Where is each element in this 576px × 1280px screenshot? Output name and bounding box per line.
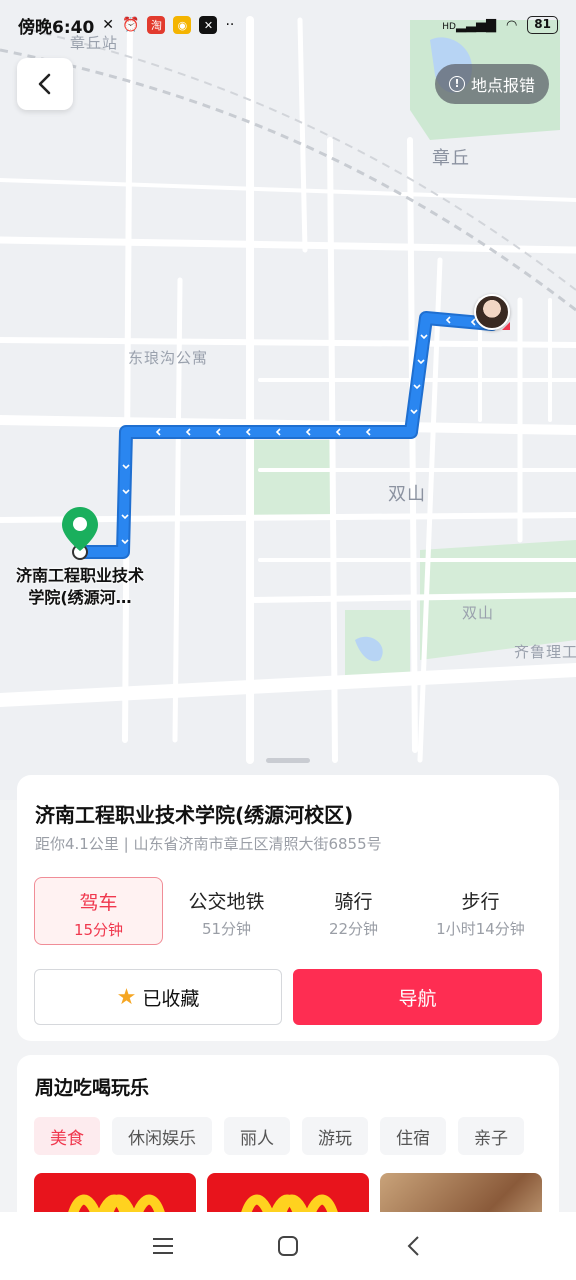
mode-time: 15分钟 <box>73 921 124 939</box>
place-info-card: 济南工程职业技术学院(绣源河校区) 距你4.1公里 | 山东省济南市章丘区清照大… <box>17 775 559 1041</box>
map-view[interactable]: 章丘站 章丘 东琅沟公寓 双山 双山 齐鲁理工 济南工程职业技术学院(绣源河… <box>0 0 576 800</box>
map-canvas <box>0 16 576 764</box>
app-notification-icon: ◉ <box>173 16 192 34</box>
mode-time: 51分钟 <box>201 920 252 938</box>
mode-tab-walk[interactable]: 步行 1小时14分钟 <box>417 877 544 945</box>
report-error-button[interactable]: ! 地点报错 <box>435 64 550 104</box>
chip-leisure[interactable]: 休闲娱乐 <box>112 1117 212 1155</box>
capcut-icon: ✕ <box>199 16 218 34</box>
menu-button[interactable] <box>143 1226 183 1266</box>
mode-name: 公交地铁 <box>188 891 265 913</box>
mode-tab-transit[interactable]: 公交地铁 51分钟 <box>163 877 290 945</box>
mode-tab-drive[interactable]: 驾车 15分钟 <box>34 877 163 945</box>
nearby-title: 周边吃喝玩乐 <box>35 1077 150 1099</box>
mode-time: 1小时14分钟 <box>436 920 525 938</box>
map-label-zhangqiu: 章丘 <box>432 148 470 169</box>
destination-map-label[interactable]: 济南工程职业技术学院(绣源河… <box>10 565 150 609</box>
status-bar: 傍晚6:40 ✕ ⏰ 淘 ◉ ✕ ·· HD▂▃▅▇ ◠ 81 <box>0 0 576 50</box>
star-icon: ★ <box>116 984 137 1010</box>
chip-hotel[interactable]: 住宿 <box>380 1117 446 1155</box>
wifi-icon: ◠ <box>505 17 518 33</box>
mode-time: 22分钟 <box>328 920 379 938</box>
back-icon <box>38 73 51 95</box>
mode-name: 驾车 <box>79 892 118 914</box>
mode-name: 骑行 <box>334 891 373 913</box>
menu-icon <box>152 1238 173 1254</box>
system-navigation-bar <box>0 1212 576 1280</box>
info-icon: ! <box>449 76 465 92</box>
category-chips: 美食 休闲娱乐 丽人 游玩 住宿 亲子 <box>34 1117 524 1155</box>
back-nav-icon <box>407 1236 420 1256</box>
signal-icon: HD▂▃▅▇ <box>442 17 496 33</box>
battery-icon: 81 <box>527 16 558 34</box>
system-back-button[interactable] <box>393 1226 433 1266</box>
transport-mode-tabs: 驾车 15分钟 公交地铁 51分钟 骑行 22分钟 步行 1小时14分钟 <box>34 877 544 945</box>
direction-indicator <box>502 322 510 330</box>
back-button[interactable] <box>17 58 73 110</box>
map-label-qilu: 齐鲁理工 <box>514 643 576 661</box>
mute-icon: ✕ <box>102 17 115 33</box>
alarm-icon: ⏰ <box>122 17 140 33</box>
status-time: 傍晚6:40 <box>18 17 95 38</box>
home-button[interactable] <box>268 1226 308 1266</box>
chip-family[interactable]: 亲子 <box>458 1117 524 1155</box>
home-icon <box>277 1236 298 1256</box>
favorite-button[interactable]: ★ 已收藏 <box>34 969 282 1025</box>
mode-tab-cycle[interactable]: 骑行 22分钟 <box>290 877 417 945</box>
taobao-icon: 淘 <box>147 16 166 34</box>
chip-beauty[interactable]: 丽人 <box>224 1117 290 1155</box>
mode-name: 步行 <box>461 891 500 913</box>
report-error-label: 地点报错 <box>471 76 536 95</box>
navigate-button[interactable]: 导航 <box>293 969 542 1025</box>
map-label-shuangshan-small: 双山 <box>462 604 495 622</box>
place-address: 距你4.1公里 | 山东省济南市章丘区清照大街6855号 <box>35 835 382 853</box>
place-title: 济南工程职业技术学院(绣源河校区) <box>35 803 354 827</box>
drag-handle[interactable] <box>266 758 310 763</box>
map-label-donglanggou: 东琅沟公寓 <box>128 349 209 367</box>
status-system-icons: HD▂▃▅▇ ◠ 81 <box>442 16 558 34</box>
chip-food[interactable]: 美食 <box>34 1117 100 1155</box>
more-notifications-icon: ·· <box>225 17 235 33</box>
chip-play[interactable]: 游玩 <box>302 1117 368 1155</box>
map-label-shuangshan-big: 双山 <box>388 484 426 505</box>
favorite-label: 已收藏 <box>142 987 200 1010</box>
status-notification-icons: ✕ ⏰ 淘 ◉ ✕ ·· <box>102 16 234 34</box>
